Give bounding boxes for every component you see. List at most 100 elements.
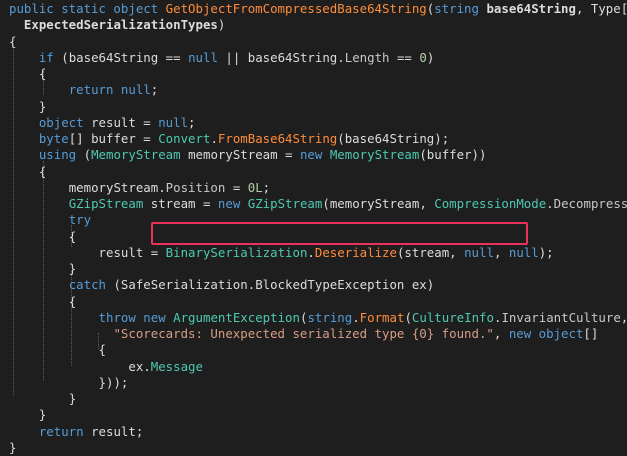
- code-token: GZipStream: [247, 196, 323, 211]
- code-token: ;: [150, 82, 159, 98]
- code-token: result;: [91, 423, 144, 439]
- code-token: (base64String);: [337, 131, 450, 146]
- code-token: new: [299, 147, 330, 163]
- code-token: );: [538, 244, 554, 260]
- code-token: memoryStream.: [68, 179, 166, 195]
- code-token: null: [120, 82, 151, 98]
- code-token: (: [83, 147, 92, 163]
- code-token: {: [68, 228, 77, 244]
- code-token: ex.: [128, 358, 151, 374]
- code-token: 0L: [247, 179, 263, 195]
- code-line[interactable]: return result;: [9, 424, 143, 440]
- code-token: null: [464, 244, 494, 260]
- code-line[interactable]: }));: [9, 374, 129, 391]
- code-token: , Type[]: [575, 1, 627, 16]
- code-line[interactable]: {: [9, 164, 46, 180]
- code-line[interactable]: object result = null;: [9, 115, 196, 131]
- code-token: ;: [262, 179, 271, 195]
- code-token: null: [508, 244, 539, 260]
- code-token: ;: [188, 114, 196, 130]
- code-token: "Scorecards: Unexpected serialized type …: [113, 326, 494, 341]
- code-line[interactable]: }: [9, 391, 76, 407]
- code-token: (memoryStream,: [322, 196, 435, 211]
- code-token: {: [68, 293, 77, 309]
- code-token: ,: [493, 326, 509, 341]
- code-token: GZipStream: [68, 196, 144, 211]
- code-line[interactable]: ExpectedSerializationTypes): [9, 17, 225, 33]
- code-token: []: [583, 326, 599, 341]
- code-token: Message: [150, 358, 203, 374]
- code-line[interactable]: {: [9, 34, 16, 50]
- code-token: }: [68, 391, 77, 406]
- code-line[interactable]: catch (SafeSerialization.BlockedTypeExce…: [9, 277, 435, 293]
- code-token: }: [9, 439, 17, 455]
- code-token: }));: [98, 374, 129, 390]
- code-line[interactable]: result = BinarySerialization.Deserialize…: [9, 245, 554, 261]
- code-token: Length: [344, 49, 390, 65]
- code-token: BinarySerialization: [165, 244, 308, 260]
- code-editor[interactable]: public static object GetObjectFromCompre…: [0, 0, 627, 455]
- code-line[interactable]: throw new ArgumentException (string.Forma…: [9, 310, 627, 326]
- code-token: CompressionMode: [434, 196, 547, 211]
- code-token: .: [546, 196, 554, 211]
- code-token: GetObjectFromCompressedBase64String: [165, 1, 427, 16]
- code-line[interactable]: }: [9, 261, 76, 277]
- code-token: .: [307, 244, 315, 260]
- code-line[interactable]: byte[] buffer = Convert.FromBase64String…: [9, 131, 449, 147]
- code-token: result =: [98, 244, 166, 260]
- code-token: null: [188, 49, 218, 65]
- code-line[interactable]: }: [9, 99, 46, 115]
- code-token: || base64String.: [217, 49, 345, 65]
- code-token: }: [38, 98, 47, 114]
- code-token: null: [158, 114, 189, 130]
- code-line[interactable]: }: [9, 440, 16, 456]
- code-token: (buffer)): [419, 147, 487, 163]
- code-token: Decompress: [553, 196, 627, 211]
- code-line[interactable]: {: [9, 229, 76, 245]
- code-line[interactable]: try: [9, 212, 91, 228]
- code-line[interactable]: {: [9, 342, 106, 358]
- code-line[interactable]: memoryStream.Position = 0L;: [9, 180, 270, 196]
- code-token: MemoryStream: [329, 147, 420, 163]
- code-token: 0: [419, 49, 427, 65]
- code-token: MemoryStream: [91, 147, 181, 163]
- code-token: return: [68, 82, 121, 98]
- code-line[interactable]: if (base64String == null || base64String…: [9, 50, 434, 66]
- code-token: CultureInfo: [411, 309, 494, 325]
- code-line[interactable]: ex.Message: [9, 359, 203, 375]
- code-line[interactable]: GZipStream stream = new GZipStream(memor…: [9, 196, 627, 212]
- code-token: catch: [68, 277, 114, 293]
- code-token: FromBase64String: [217, 131, 338, 146]
- code-line[interactable]: {: [9, 294, 76, 310]
- code-token: ArgumentException: [173, 309, 300, 325]
- code-line[interactable]: }: [9, 407, 46, 423]
- code-token: Convert: [158, 131, 211, 146]
- code-token: new: [217, 196, 248, 211]
- code-token: public static object: [9, 1, 166, 16]
- code-token: {: [38, 163, 47, 179]
- code-line[interactable]: using (MemoryStream memoryStream = new M…: [9, 147, 487, 163]
- code-line[interactable]: {: [9, 66, 46, 82]
- code-token: Deserialize: [314, 244, 397, 260]
- code-token: {: [9, 33, 17, 49]
- code-line[interactable]: "Scorecards: Unexpected serialized type …: [9, 326, 598, 342]
- code-line[interactable]: public static object GetObjectFromCompre…: [9, 1, 627, 17]
- code-token: (SafeSerialization.BlockedTypeException …: [113, 277, 435, 293]
- code-line[interactable]: return null;: [9, 82, 159, 98]
